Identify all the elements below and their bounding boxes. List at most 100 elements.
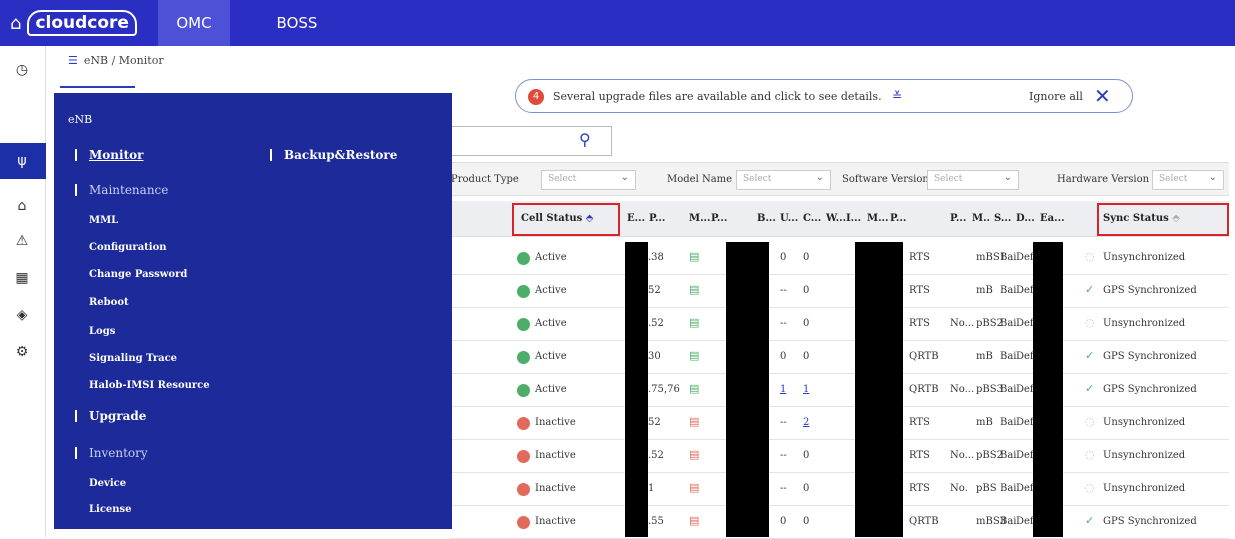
cell-u: 0 [780,351,787,362]
cell-c[interactable]: 1 [803,384,809,395]
col-d[interactable]: D... [1016,213,1035,224]
cell-s: Bai [1000,516,1017,527]
col-m[interactable]: M... [689,213,711,224]
filter-label-software-version: Software Version [842,174,929,185]
cell-e: .75,76 [648,384,680,395]
cell-m: pBS [976,483,997,494]
menu-item-configuration[interactable]: Configuration [89,242,167,253]
menu-item-change-password[interactable]: Change Password [89,269,187,280]
col-p2[interactable]: P... [711,213,727,224]
table-row[interactable]: Active 30 ▤ 0 0 QRTB mB Bai Def ✓ GPS Synchronized [449,341,1229,374]
col-c[interactable]: C... [803,213,821,224]
menu-item-halob-imsi-resource[interactable]: Halob-IMSI Resource [89,380,210,391]
cell-status-icon [517,318,530,331]
menu-item-reboot[interactable]: Reboot [89,297,129,308]
notice-message[interactable]: Several upgrade files are available and … [553,90,882,103]
device-status-icon: ▤ [689,514,700,527]
menu-item-license[interactable]: License [89,504,132,515]
upgrade-notice[interactable]: 4 Several upgrade files are available an… [515,79,1133,113]
menu-item-logs[interactable]: Logs [89,326,115,337]
menu-upgrade[interactable]: Upgrade [74,409,146,423]
cell-u[interactable]: 1 [780,384,786,395]
cell-status-text: Inactive [535,450,576,461]
performance-icon[interactable]: ▦ [10,266,34,290]
router-icon[interactable]: ⌂ [10,194,34,218]
dashboard-icon[interactable]: ◷ [10,58,34,82]
filter-label-hardware-version: Hardware Version [1057,174,1150,185]
tab-boss[interactable]: BOSS [262,0,332,46]
col-s[interactable]: S... [994,213,1011,224]
table-row[interactable]: Inactive 52 ▤ -- 2 RTS mB Bai Def ◌ Unsynchronized [449,407,1229,440]
col-m3[interactable]: M.. [972,213,990,224]
home-icon[interactable]: ⌂ [10,13,21,34]
menu-maintenance[interactable]: Maintenance [74,183,168,197]
cell-c[interactable]: 2 [803,417,809,428]
cell-s: Bai [1000,252,1017,263]
col-e[interactable]: E... [627,213,645,224]
col-u[interactable]: U... [780,213,798,224]
menu-item-mml[interactable]: MML [89,215,118,226]
col-m2[interactable]: M... [867,213,889,224]
hardware-version-select[interactable]: Select ⌄ [1152,170,1224,190]
col-p3[interactable]: P... [890,213,906,224]
cell-e: 1 [648,483,655,494]
cell-status-text: Inactive [535,483,576,494]
cell-status-icon [517,384,530,397]
table-row[interactable]: Active .38 ▤ 0 0 RTS mBS1 Bai Def. ◌ Unsynchronize… [449,242,1229,275]
cell-e: 52 [648,417,661,428]
menu-inventory[interactable]: Inventory [75,446,148,460]
software-version-select[interactable]: Select ⌄ [927,170,1019,190]
cell-u: -- [780,417,787,428]
model-name-select[interactable]: Select ⌄ [736,170,831,190]
close-icon[interactable]: ✕ [1094,84,1111,108]
layers-icon[interactable]: ◈ [10,303,34,327]
cell-status-highlight [512,203,620,236]
cell-status-icon [517,417,530,430]
settings-icon[interactable]: ⚙ [10,340,34,364]
cell-d: Def [1016,285,1034,296]
brand-logo[interactable]: ⌂ cloudcore [10,8,137,38]
menu-toggle-icon[interactable]: ☰ [68,54,78,67]
search-input[interactable]: ⚲ [449,126,612,156]
menu-backup-restore[interactable]: Backup&Restore [269,148,397,162]
cell-e: .52 [648,318,664,329]
cell-u: 0 [780,252,787,263]
menu-monitor[interactable]: Monitor [74,148,143,162]
col-ea[interactable]: Ea... [1040,213,1065,224]
notice-count-badge: 4 [528,89,544,105]
table-row[interactable]: Active .75,76 ▤ 1 1 QRTB No... pBS3 Bai Def. ✓ GPS … [449,374,1229,407]
cell-s: Bai [1000,483,1017,494]
table-row[interactable]: Active .52 ▤ -- 0 RTS No... pBS2 Bai Def. ◌ Unsynch… [449,308,1229,341]
col-i[interactable]: I... [846,213,861,224]
no-signal-icon: ◌ [1085,481,1095,494]
cell-p: RTS [909,417,930,428]
chevron-down-icon[interactable]: ≚ [892,89,902,103]
col-p4[interactable]: P... [950,213,966,224]
search-icon[interactable]: ⚲ [579,130,591,149]
device-status-icon: ▤ [689,250,700,263]
cell-d: Def [1016,417,1034,428]
table-row[interactable]: Inactive 1 ▤ -- 0 RTS No. pBS Bai Def ◌ Unsynchroni… [449,473,1229,506]
col-p[interactable]: P... [649,213,665,224]
cell-p: QRTB [909,351,939,362]
table-row[interactable]: Inactive .52 ▤ -- 0 RTS No... pBS2 Bai Def. ◌ Unsyn… [449,440,1229,473]
table-row[interactable]: Inactive .55 ▤ 0 0 QRTB mBS3 Bai Def. ✓ GPS Synchr… [449,506,1229,539]
menu-item-signaling-trace[interactable]: Signaling Trace [89,353,177,364]
cell-status-text: Active [535,384,567,395]
antenna-icon[interactable]: ψ [10,149,34,173]
product-type-select[interactable]: Select ⌄ [541,170,636,190]
tab-omc[interactable]: OMC [158,0,230,46]
col-w[interactable]: W... [826,213,846,224]
menu-item-device[interactable]: Device [89,478,126,489]
ignore-all-button[interactable]: Ignore all [1029,90,1083,103]
col-b[interactable]: B... [757,213,776,224]
product-type-placeholder: Select [548,174,577,184]
gps-signal-icon: ✓ [1085,382,1095,395]
table-row[interactable]: Active 52 ▤ -- 0 RTS mB Bai Def ✓ GPS Synchronized [449,275,1229,308]
sync-status-text: GPS Synchronized [1103,516,1197,527]
sync-status-text: GPS Synchronized [1103,285,1197,296]
redaction-block [1033,242,1063,537]
chevron-down-icon: ⌄ [815,172,824,183]
alarm-icon[interactable]: ⚠ [10,229,34,253]
cell-e: .55 [648,516,664,527]
